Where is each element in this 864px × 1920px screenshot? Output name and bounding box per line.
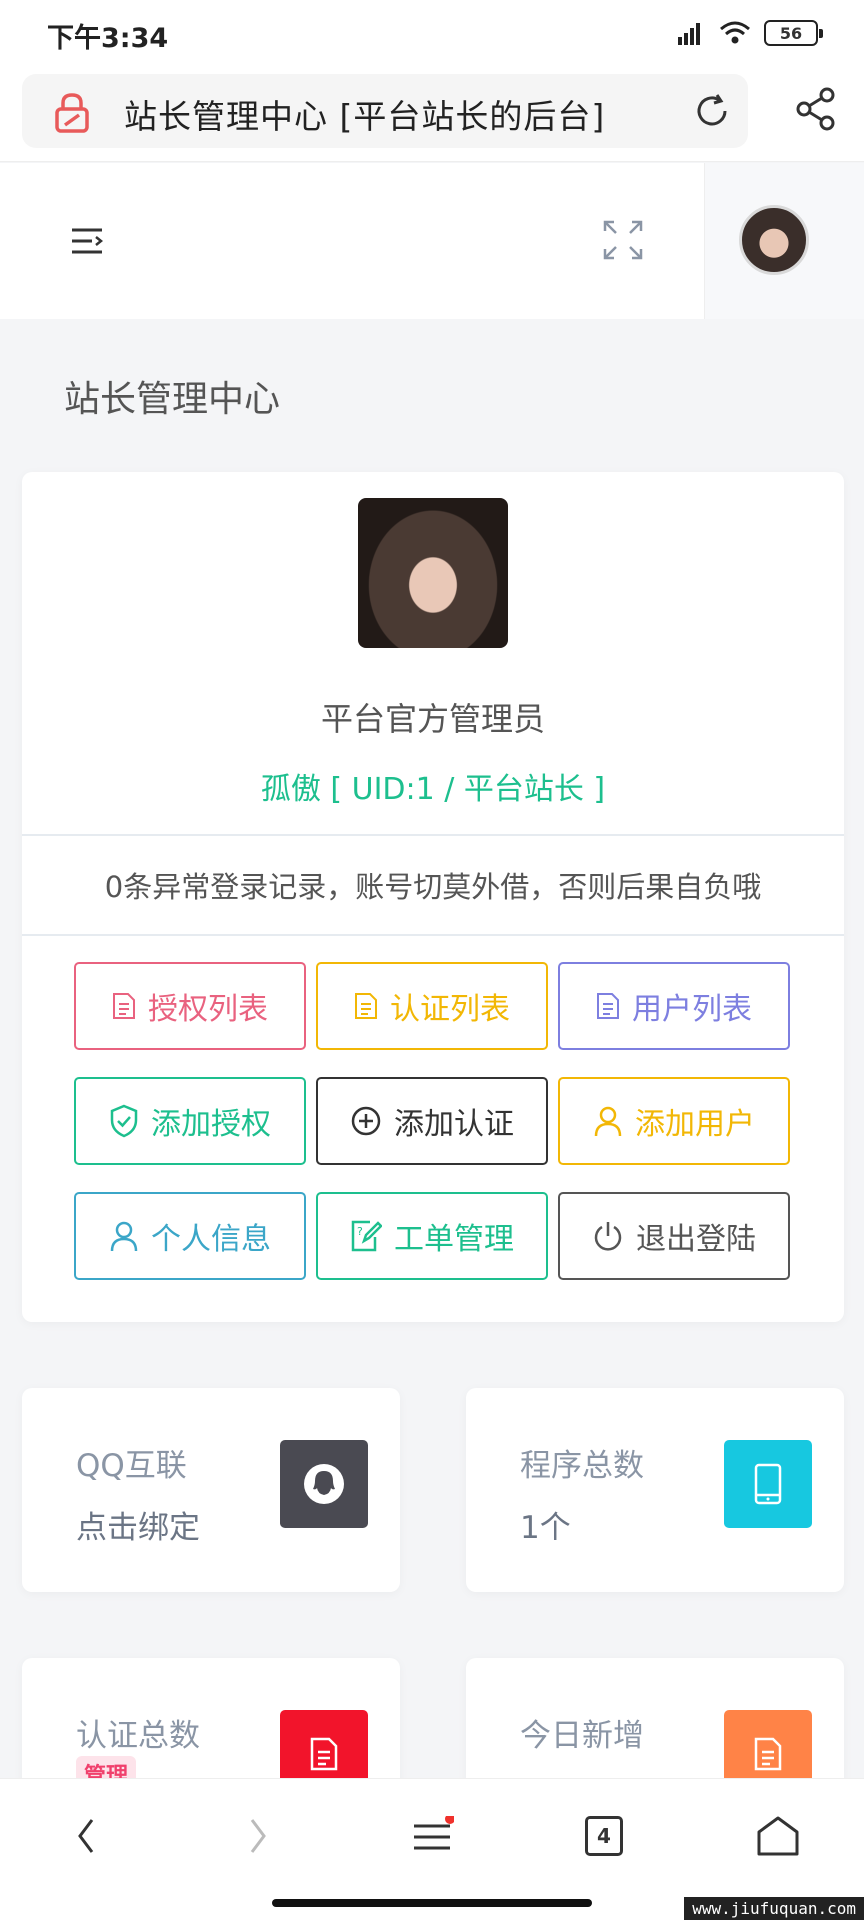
tabs-button[interactable]: 4 bbox=[564, 1801, 644, 1871]
app-header bbox=[0, 163, 864, 319]
phone-icon bbox=[724, 1440, 812, 1528]
chevron-left-icon bbox=[78, 1819, 94, 1853]
document-icon bbox=[355, 993, 377, 1019]
button-label: 认证列表 bbox=[390, 992, 510, 1027]
qq-icon bbox=[280, 1440, 368, 1528]
profile-avatar bbox=[358, 498, 508, 648]
button-label: 用户列表 bbox=[632, 992, 752, 1027]
user-list-button[interactable]: 用户列表 bbox=[558, 962, 790, 1050]
page-title: 站长管理中心 bbox=[64, 379, 281, 420]
qq-bind-link[interactable]: 点击绑定 bbox=[76, 1502, 200, 1547]
stat-label: 今日新增 bbox=[520, 1718, 644, 1754]
share-icon[interactable] bbox=[794, 86, 838, 132]
button-label: 添加用户 bbox=[635, 1107, 755, 1142]
plus-circle-icon bbox=[351, 1106, 381, 1136]
edit-doc-icon: ? bbox=[351, 1220, 382, 1252]
svg-text:?: ? bbox=[357, 1225, 363, 1238]
stat-label: 程序总数 bbox=[520, 1448, 644, 1484]
avatar[interactable] bbox=[739, 205, 809, 275]
battery-icon: 56 bbox=[764, 20, 823, 46]
reload-icon[interactable] bbox=[692, 91, 732, 131]
cert-list-button[interactable]: 认证列表 bbox=[316, 962, 548, 1050]
home-button[interactable] bbox=[738, 1801, 818, 1871]
menu-icon bbox=[414, 1816, 454, 1850]
logout-button[interactable]: 退出登陆 bbox=[558, 1192, 790, 1280]
menu-button[interactable] bbox=[392, 1801, 472, 1871]
ticket-management-button[interactable]: ? 工单管理 bbox=[316, 1192, 548, 1280]
fullscreen-icon[interactable] bbox=[602, 219, 644, 261]
profile-info-button[interactable]: 个人信息 bbox=[74, 1192, 306, 1280]
header-user-menu[interactable] bbox=[704, 163, 864, 319]
profile-uid: 孤傲 [ UID:1 / 平台站长 ] bbox=[260, 772, 606, 807]
home-icon bbox=[757, 1816, 799, 1856]
status-time: 下午3:34 bbox=[47, 23, 169, 54]
program-count-card: 程序总数 1个 bbox=[466, 1388, 844, 1592]
user-icon bbox=[110, 1221, 138, 1252]
button-label: 授权列表 bbox=[148, 992, 268, 1027]
add-auth-button[interactable]: 添加授权 bbox=[74, 1077, 306, 1165]
document-icon bbox=[597, 993, 619, 1019]
shield-check-icon bbox=[110, 1104, 138, 1138]
button-label: 添加认证 bbox=[394, 1107, 514, 1142]
profile-card: 平台官方管理员 孤傲 [ UID:1 / 平台站长 ] 0条异常登录记录，账号切… bbox=[22, 472, 844, 1322]
lock-icon bbox=[55, 93, 89, 133]
button-label: 退出登陆 bbox=[636, 1222, 756, 1257]
status-icons: 56 bbox=[672, 18, 823, 48]
wifi-icon bbox=[720, 21, 750, 44]
stat-label: 认证总数 bbox=[76, 1718, 200, 1754]
qq-connect-card[interactable]: QQ互联 点击绑定 bbox=[22, 1388, 400, 1592]
page-url-title: 站长管理中心 [平台站长的后台] bbox=[124, 97, 606, 136]
login-notice: 0条异常登录记录，账号切莫外借，否则后果自负哦 bbox=[104, 870, 762, 904]
profile-name: 平台官方管理员 bbox=[320, 700, 545, 738]
home-indicator bbox=[272, 1899, 592, 1907]
power-icon bbox=[594, 1222, 622, 1251]
back-button[interactable] bbox=[46, 1801, 126, 1871]
watermark: www.jiufuquan.com bbox=[684, 1897, 864, 1920]
browser-toolbar: 站长管理中心 [平台站长的后台] bbox=[0, 66, 864, 162]
divider bbox=[22, 934, 844, 936]
auth-list-button[interactable]: 授权列表 bbox=[74, 962, 306, 1050]
tabs-count-icon: 4 bbox=[585, 1816, 623, 1856]
document-icon bbox=[113, 993, 135, 1019]
button-label: 工单管理 bbox=[394, 1222, 514, 1257]
button-label: 添加授权 bbox=[151, 1107, 271, 1142]
address-bar[interactable]: 站长管理中心 [平台站长的后台] bbox=[22, 74, 748, 148]
menu-toggle-icon[interactable] bbox=[70, 225, 106, 257]
user-icon bbox=[594, 1106, 622, 1137]
signal-icon bbox=[678, 23, 700, 45]
status-bar: 下午3:34 56 bbox=[0, 0, 864, 66]
add-user-button[interactable]: 添加用户 bbox=[558, 1077, 790, 1165]
stat-value: 1个 bbox=[520, 1510, 571, 1546]
stat-label: QQ互联 bbox=[76, 1448, 187, 1484]
divider bbox=[22, 834, 844, 836]
forward-button[interactable] bbox=[218, 1801, 298, 1871]
add-cert-button[interactable]: 添加认证 bbox=[316, 1077, 548, 1165]
button-label: 个人信息 bbox=[151, 1222, 271, 1257]
chevron-right-icon bbox=[250, 1819, 266, 1853]
